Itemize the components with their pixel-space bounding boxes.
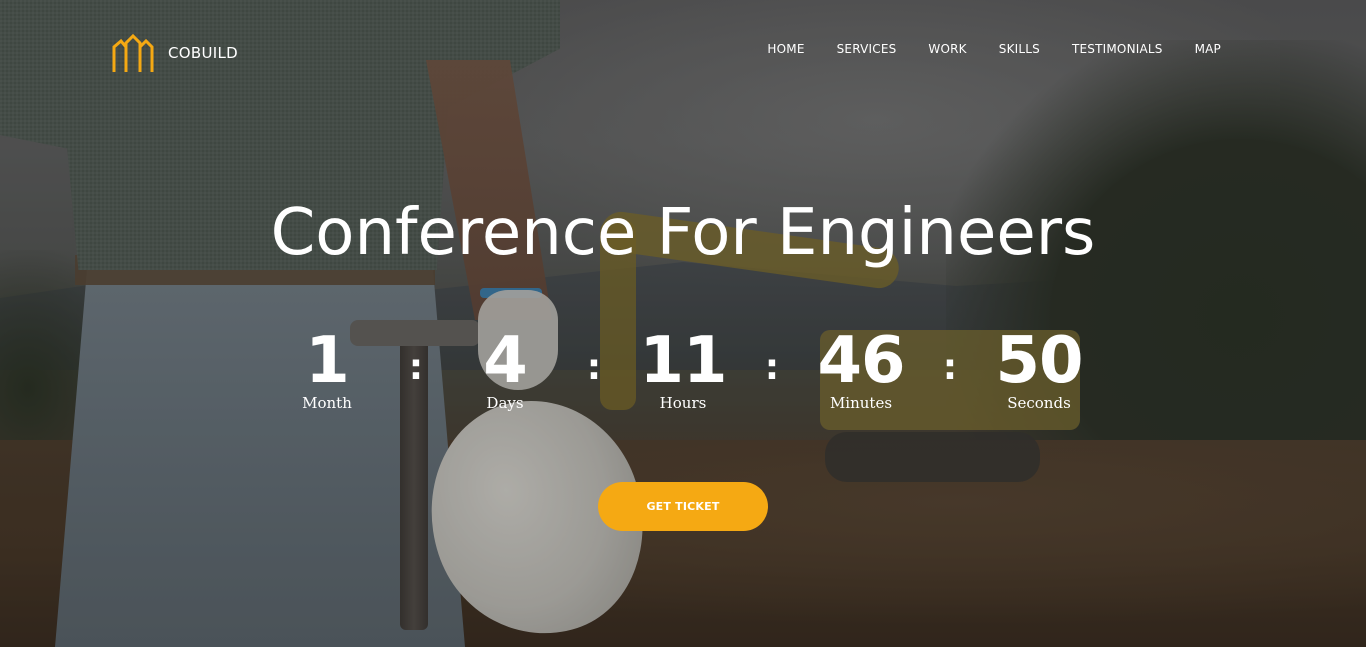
- countdown-separator: :: [764, 347, 780, 388]
- countdown-label: Days: [486, 394, 524, 412]
- brand-name: COBUILD: [168, 44, 238, 62]
- get-ticket-button[interactable]: GET TICKET: [598, 482, 768, 531]
- nav-map[interactable]: MAP: [1195, 42, 1221, 56]
- countdown-seconds: 50 Seconds: [979, 328, 1099, 412]
- countdown-value: 11: [639, 324, 727, 398]
- main-nav: HOME SERVICES WORK SKILLS TESTIMONIALS M…: [767, 42, 1221, 56]
- countdown-hours: 11 Hours: [623, 328, 743, 412]
- logo-link[interactable]: COBUILD: [112, 33, 238, 73]
- countdown-value: 1: [305, 324, 350, 398]
- hero-title: Conference For Engineers: [270, 196, 1096, 270]
- nav-testimonials[interactable]: TESTIMONIALS: [1072, 42, 1163, 56]
- buildings-logo-icon: [112, 33, 154, 73]
- countdown-label: Seconds: [1007, 394, 1071, 412]
- countdown-separator: :: [408, 347, 424, 388]
- nav-services[interactable]: SERVICES: [837, 42, 897, 56]
- nav-home[interactable]: HOME: [767, 42, 804, 56]
- countdown-minutes: 46 Minutes: [801, 328, 921, 412]
- countdown-timer: 1 Month : 4 Days : 11 Hours : 46 Minutes…: [0, 328, 1366, 412]
- countdown-value: 46: [817, 324, 905, 398]
- countdown-separator: :: [586, 347, 602, 388]
- countdown-label: Month: [302, 394, 352, 412]
- countdown-value: 50: [995, 324, 1083, 398]
- countdown-label: Minutes: [829, 394, 893, 412]
- countdown-month: 1 Month: [267, 328, 387, 412]
- nav-work[interactable]: WORK: [928, 42, 966, 56]
- countdown-label: Hours: [659, 394, 707, 412]
- nav-skills[interactable]: SKILLS: [999, 42, 1040, 56]
- countdown-value: 4: [483, 324, 528, 398]
- countdown-separator: :: [942, 347, 958, 388]
- countdown-days: 4 Days: [445, 328, 565, 412]
